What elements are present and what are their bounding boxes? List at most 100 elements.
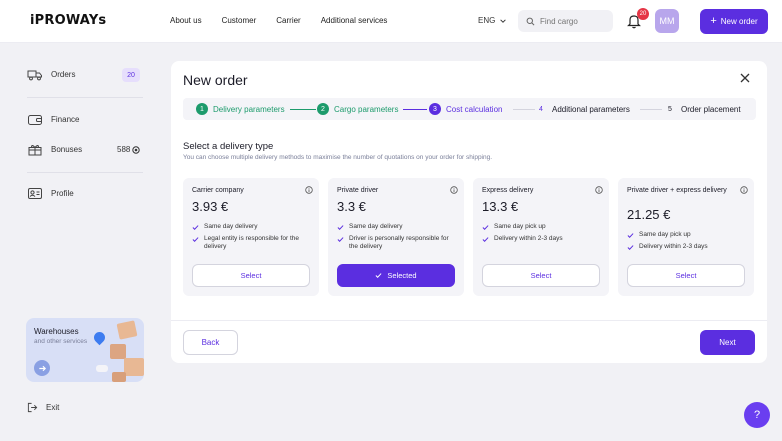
sidebar-divider (27, 172, 143, 173)
section-subtitle: You can choose multiple delivery methods… (183, 154, 493, 161)
option-feature: Delivery within 2-3 days (627, 243, 749, 251)
feature-text: Same day pick up (494, 223, 546, 230)
section-title: Select a delivery type (183, 141, 274, 152)
select-label: Select (675, 271, 697, 280)
select-button[interactable]: Select (192, 264, 310, 287)
wallet-icon (28, 115, 42, 125)
feature-text: Same day delivery (204, 223, 258, 230)
delivery-option-private-driver-express: Private driver + express delivery 21.25 … (618, 178, 754, 296)
option-price: 13.3 € (482, 199, 519, 214)
search-input[interactable] (540, 16, 610, 26)
orders-count-badge: 20 (122, 68, 140, 82)
option-feature: Same day pick up (627, 231, 749, 239)
box-illustration (112, 372, 126, 382)
feature-text: Same day delivery (349, 223, 403, 230)
notification-badge: 20 (637, 8, 649, 20)
close-icon[interactable] (739, 72, 751, 84)
step-cargo-parameters[interactable]: 2 Cargo parameters (317, 103, 398, 115)
step-number: 5 (668, 105, 672, 113)
option-name: Private driver + express delivery (627, 187, 727, 194)
arrow-right-icon[interactable] (34, 360, 50, 376)
sidebar-item-orders[interactable]: Orders (27, 68, 75, 81)
map-pin-icon (91, 329, 108, 346)
nav-customer[interactable]: Customer (222, 16, 257, 25)
sidebar-divider (27, 97, 143, 98)
option-feature: Same day delivery (337, 223, 459, 231)
check-icon (192, 225, 199, 230)
avatar[interactable]: MM (655, 9, 679, 33)
next-button[interactable]: Next (700, 330, 755, 355)
feature-text: Delivery within 2-3 days (639, 243, 708, 250)
option-feature: Delivery within 2-3 days (482, 235, 604, 243)
option-name: Express delivery (482, 187, 534, 194)
option-feature: Legal entity is responsible for the deli… (192, 235, 314, 251)
order-stepper: 1 Delivery parameters 2 Cargo parameters… (183, 98, 756, 120)
exit-button[interactable]: Exit (27, 402, 59, 413)
chevron-down-icon (500, 18, 507, 23)
step-number: 3 (429, 103, 441, 115)
delivery-option-private-driver: Private driver 3.3 € Same day delivery D… (328, 178, 464, 296)
nav-about-us[interactable]: About us (170, 16, 202, 25)
help-button[interactable]: ? (744, 402, 770, 428)
exit-label: Exit (46, 403, 60, 412)
feature-text: Same day pick up (639, 231, 691, 238)
back-button[interactable]: Back (183, 330, 238, 355)
info-icon[interactable] (595, 186, 603, 194)
select-button[interactable]: Select (627, 264, 745, 287)
check-icon (337, 237, 344, 242)
sidebar-item-label: Orders (51, 70, 76, 79)
box-illustration (116, 320, 138, 340)
sidebar-item-profile[interactable]: Profile (27, 187, 74, 200)
step-number: 2 (317, 103, 329, 115)
nav-carrier[interactable]: Carrier (276, 16, 300, 25)
step-label: Order placement (681, 104, 741, 114)
logout-icon (27, 402, 38, 413)
select-label: Selected (387, 271, 417, 280)
info-icon[interactable] (305, 186, 313, 194)
check-icon (192, 237, 199, 242)
sidebar-item-label: Profile (51, 189, 74, 198)
box-illustration (124, 358, 144, 376)
select-button[interactable]: Select (482, 264, 600, 287)
select-label: Select (240, 271, 262, 280)
feature-text: Legal entity is responsible for the deli… (204, 235, 300, 250)
check-icon (627, 233, 634, 238)
top-header: iPROWAYs About us Customer Carrier Addit… (0, 0, 782, 43)
feature-text: Delivery within 2-3 days (494, 235, 563, 242)
language-selector[interactable]: ENG (478, 16, 507, 25)
step-number: 4 (539, 105, 543, 113)
option-name: Carrier company (192, 187, 244, 194)
warehouses-promo[interactable]: Warehouses and other services (26, 318, 144, 382)
step-label: Delivery parameters (213, 104, 285, 114)
step-connector (290, 109, 316, 110)
search-box[interactable] (518, 10, 613, 32)
sidebar-item-finance[interactable]: Finance (27, 113, 79, 126)
bonuses-value: 588 (117, 145, 131, 154)
option-feature: Driver is personally responsible for the… (337, 235, 459, 251)
new-order-button[interactable]: + New order (700, 9, 768, 34)
info-icon[interactable] (450, 186, 458, 194)
info-icon[interactable] (740, 186, 748, 194)
step-delivery-parameters[interactable]: 1 Delivery parameters (196, 103, 285, 115)
step-order-placement[interactable]: 5 Order placement (664, 103, 741, 115)
search-icon (526, 17, 535, 25)
step-label: Cargo parameters (334, 104, 399, 114)
delivery-option-carrier-company: Carrier company 3.93 € Same day delivery… (183, 178, 319, 296)
bonuses-balance: 588 (117, 145, 141, 154)
check-icon (627, 245, 634, 250)
sidebar-item-bonuses[interactable]: Bonuses (27, 143, 82, 156)
page-title: New order (183, 72, 248, 88)
nav-additional-services[interactable]: Additional services (321, 16, 388, 25)
selected-button[interactable]: Selected (337, 264, 455, 287)
step-additional-parameters[interactable]: 4 Additional parameters (535, 103, 630, 115)
profile-card-icon (28, 188, 42, 199)
step-label: Additional parameters (552, 104, 630, 114)
step-number: 1 (196, 103, 208, 115)
step-cost-calculation[interactable]: 3 Cost calculation (429, 103, 502, 115)
mini-card-illustration (96, 365, 108, 372)
step-label: Cost calculation (446, 104, 503, 114)
step-connector (403, 109, 427, 110)
promo-subtitle: and other services (34, 338, 88, 345)
logo[interactable]: iPROWAYs (30, 13, 106, 28)
check-icon (337, 225, 344, 230)
